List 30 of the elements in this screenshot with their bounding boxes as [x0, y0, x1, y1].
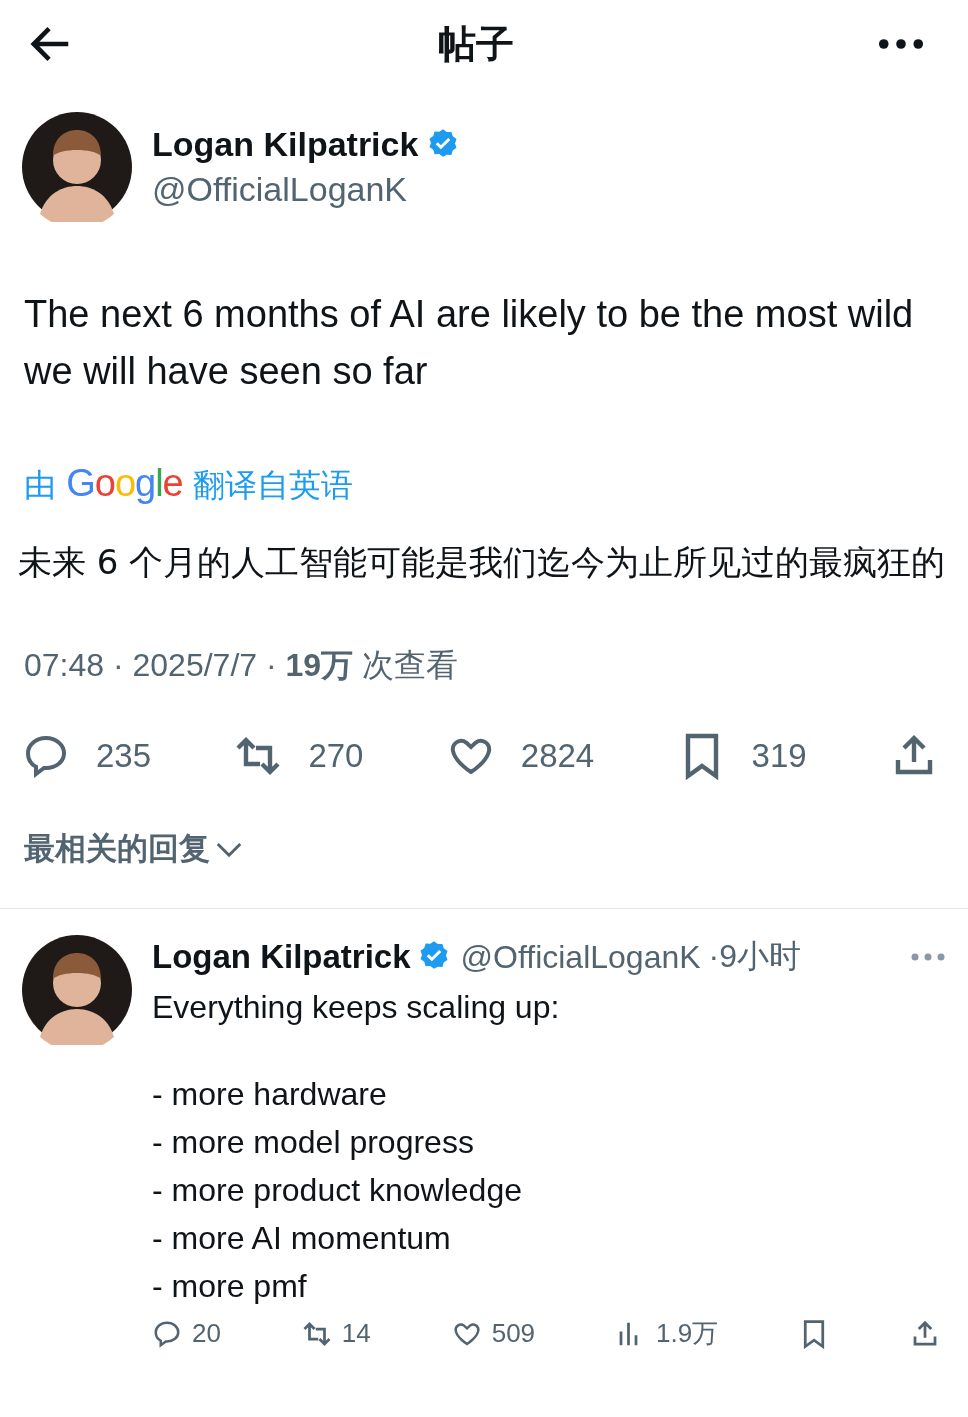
action-count: 509	[491, 1318, 536, 1349]
sort-dropdown[interactable]: 最相关的回复	[24, 828, 244, 870]
reply-text: Everything keeps scaling up:	[152, 989, 561, 1026]
post-text: The next 6 months of AI are likely to be the most wild we will have seen so far	[24, 292, 915, 394]
list-item: - more product knowledge	[152, 1171, 523, 1210]
list-item: - more hardware	[152, 1075, 388, 1114]
more-icon[interactable]	[878, 38, 924, 50]
action-count: 319	[751, 737, 807, 775]
list-item: - more model progress	[152, 1123, 475, 1162]
post-meta: 07:48 · 2025/7/7 · 19万 次查看	[24, 646, 459, 685]
action-count: 20	[192, 1318, 221, 1349]
list-item: - more AI momentum	[152, 1219, 452, 1258]
author-handle[interactable]: @OfficialLoganK	[152, 170, 459, 209]
reply-time: ·9小时	[708, 937, 802, 976]
author-name[interactable]: Logan Kilpatrick	[152, 125, 419, 164]
page-title: 帖子	[438, 20, 514, 68]
translated-text: 未来 6 个月的人工智能可能是我们迄今为止所见过的最疯狂的	[18, 541, 947, 584]
verified-badge-icon	[428, 127, 459, 158]
action-count: 1.9万	[656, 1317, 719, 1350]
list-item: - more pmf	[152, 1267, 308, 1306]
avatar-icon[interactable]	[22, 935, 132, 1045]
action-count: 235	[96, 737, 152, 775]
action-count: 14	[341, 1318, 371, 1349]
translation-credit[interactable]: 由 Google 翻译自英语	[24, 462, 944, 508]
action-count: 270	[308, 737, 364, 775]
author-name[interactable]: Logan Kilpatrick	[152, 938, 411, 976]
author-handle[interactable]: @OfficialLoganK	[460, 938, 701, 976]
avatar-icon[interactable]	[22, 112, 132, 222]
verified-badge-icon	[418, 940, 449, 970]
action-count: 2824	[520, 737, 595, 775]
